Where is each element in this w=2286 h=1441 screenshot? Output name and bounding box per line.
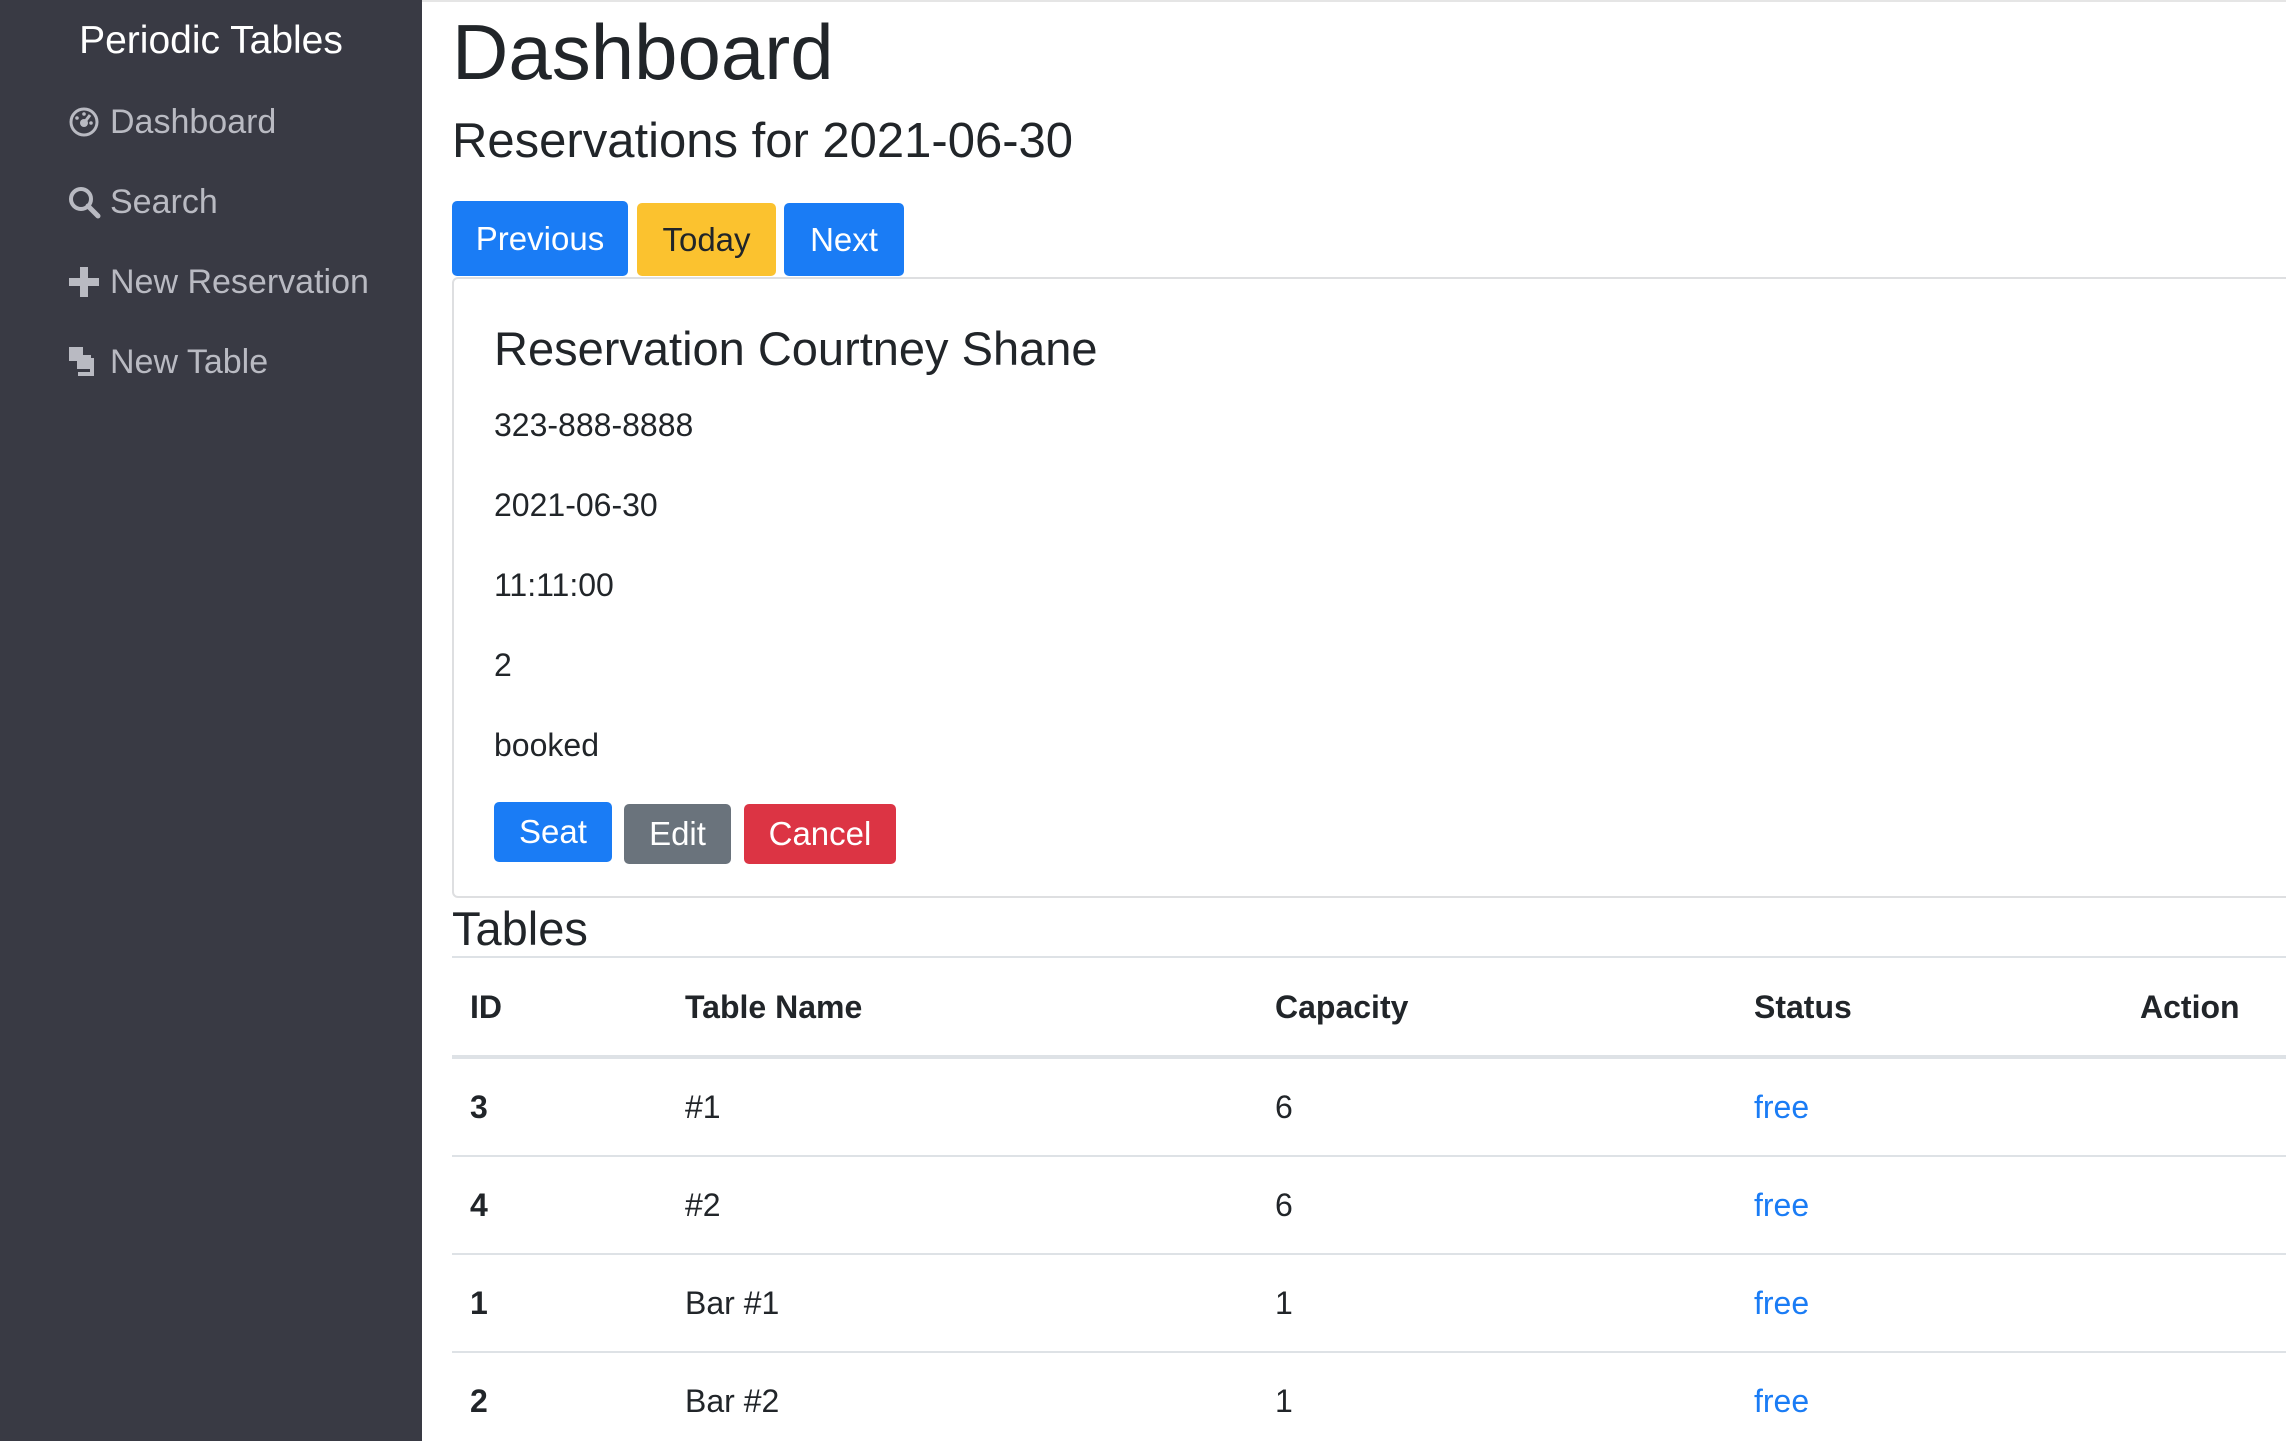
column-header-action: Action — [2140, 989, 2240, 1025]
table-status[interactable]: free — [1754, 1353, 1809, 1441]
table-row: 3 #1 6 free — [452, 1059, 2286, 1157]
sidebar-item-dashboard[interactable]: Dashboard — [66, 94, 276, 150]
reservations-date-heading: Reservations for 2021-06-30 — [452, 114, 1074, 168]
table-id: 1 — [470, 1284, 488, 1321]
reservation-date: 2021-06-30 — [494, 487, 658, 523]
top-divider — [422, 0, 2286, 2]
table-id: 4 — [470, 1186, 488, 1223]
cancel-button[interactable]: Cancel — [744, 804, 896, 864]
table-capacity: 1 — [1275, 1284, 1293, 1321]
search-icon — [66, 184, 102, 220]
sidebar-item-new-reservation[interactable]: New Reservation — [66, 254, 369, 310]
reservation-status: booked — [494, 727, 599, 763]
plus-icon — [66, 264, 102, 300]
sidebar-item-search[interactable]: Search — [66, 174, 218, 230]
table-status[interactable]: free — [1754, 1255, 1809, 1351]
table-name: #1 — [685, 1088, 721, 1125]
table-name: Bar #2 — [685, 1382, 780, 1419]
table-row: 1 Bar #1 1 free — [452, 1255, 2286, 1353]
sidebar-item-label: Dashboard — [110, 102, 277, 141]
reservation-card: Reservation Courtney Shane 323-888-8888 … — [452, 277, 2286, 898]
table-id: 2 — [470, 1382, 488, 1419]
previous-button[interactable]: Previous — [452, 201, 628, 276]
table-status[interactable]: free — [1754, 1157, 1809, 1253]
table-row: 4 #2 6 free — [452, 1157, 2286, 1255]
table-id: 3 — [470, 1088, 488, 1125]
reservation-people: 2 — [494, 647, 512, 683]
brand-title[interactable]: Periodic Tables — [0, 14, 422, 68]
seat-button[interactable]: Seat — [494, 802, 612, 862]
reservation-title: Reservation Courtney Shane — [494, 322, 1098, 375]
sidebar-item-label: Search — [110, 182, 218, 221]
column-header-table-name: Table Name — [685, 989, 863, 1025]
table-capacity: 6 — [1275, 1186, 1293, 1223]
column-header-capacity: Capacity — [1275, 989, 1409, 1025]
column-header-id: ID — [470, 989, 502, 1025]
table-status[interactable]: free — [1754, 1059, 1809, 1155]
tables-divider — [452, 956, 2286, 958]
table-capacity: 1 — [1275, 1382, 1293, 1419]
table-name: #2 — [685, 1186, 721, 1223]
sidebar-item-label: New Table — [110, 342, 269, 381]
next-button[interactable]: Next — [784, 203, 904, 276]
table-name: Bar #1 — [685, 1284, 780, 1321]
sidebar: Periodic Tables Dashboard Search New Res… — [0, 0, 422, 1441]
table-row: 2 Bar #2 1 free — [452, 1353, 2286, 1441]
column-header-status: Status — [1754, 989, 1852, 1025]
reservation-phone: 323-888-8888 — [494, 407, 694, 443]
dashboard-icon — [66, 104, 102, 140]
table-capacity: 6 — [1275, 1088, 1293, 1125]
layers-icon — [66, 344, 102, 380]
page-title: Dashboard — [452, 8, 834, 96]
sidebar-item-label: New Reservation — [110, 262, 369, 301]
today-button[interactable]: Today — [637, 203, 776, 276]
tables-heading: Tables — [452, 902, 588, 955]
sidebar-item-new-table[interactable]: New Table — [66, 334, 268, 390]
reservation-time: 11:11:00 — [494, 567, 614, 603]
main-content: Dashboard Reservations for 2021-06-30 Pr… — [422, 0, 2286, 1441]
edit-button[interactable]: Edit — [624, 804, 731, 864]
app-root: Periodic Tables Dashboard Search New Res… — [0, 0, 2286, 1441]
